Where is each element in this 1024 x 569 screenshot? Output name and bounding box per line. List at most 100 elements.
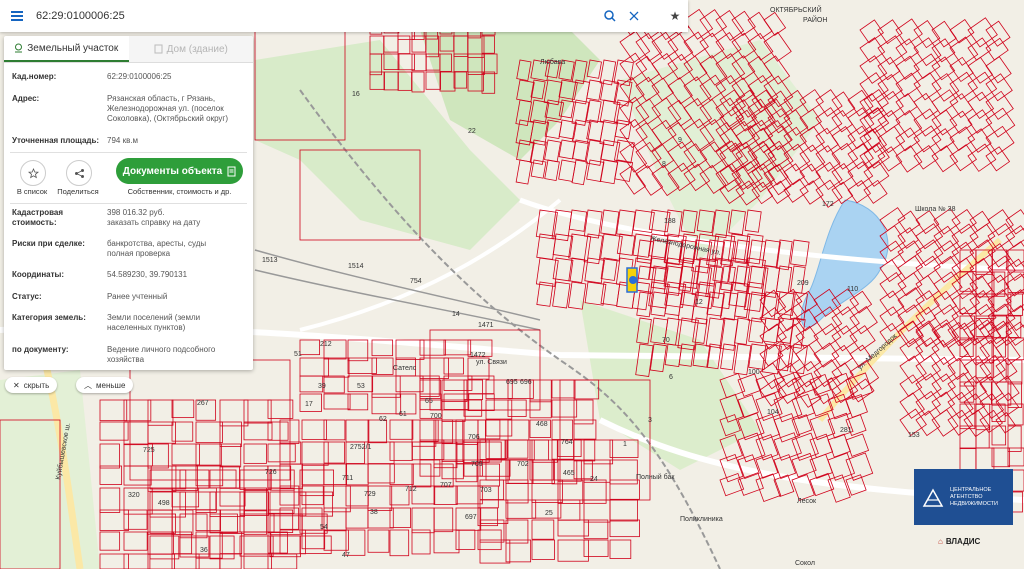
logo-line: ЦЕНТРАЛЬНОЕ bbox=[950, 486, 992, 493]
parcel-number-label: 9 bbox=[678, 137, 682, 144]
tab-land-parcel[interactable]: Земельный участок bbox=[4, 36, 129, 62]
map-label-district-2: РАЙОН bbox=[803, 15, 827, 24]
parcel-number-label: 17 bbox=[305, 401, 313, 408]
parcel-number-label: 267 bbox=[197, 400, 209, 407]
tab-land-label: Земельный участок bbox=[27, 42, 119, 54]
divider bbox=[10, 203, 247, 204]
parcel-number-label: 62 bbox=[379, 416, 387, 423]
share-label: Поделиться bbox=[57, 187, 99, 196]
building-icon bbox=[154, 44, 163, 54]
favorite-button[interactable] bbox=[20, 160, 46, 186]
parcel-number-label: 696 bbox=[520, 379, 532, 386]
selected-marker bbox=[629, 276, 637, 284]
cadastral-value-amount: 398 016.32 руб. bbox=[107, 208, 165, 217]
area-value: 794 кв.м bbox=[107, 136, 139, 145]
less-label: меньше bbox=[96, 380, 126, 390]
map-label-street-svyazi: ул. Связи bbox=[476, 359, 507, 366]
map-label-polyclinic: Поликлиника bbox=[680, 516, 723, 523]
panel-tabs: Земельный участок Дом (здание) bbox=[4, 36, 253, 63]
parcel-number-label: 1513 bbox=[262, 257, 278, 264]
map-label-polny-bak: Полный бак bbox=[636, 473, 675, 481]
parcel-number-label: 712 bbox=[405, 486, 417, 493]
search-icon[interactable] bbox=[598, 0, 622, 32]
order-certificate-link[interactable]: заказать справку на дату bbox=[107, 218, 247, 228]
detail-label: Кадастровая стоимость: bbox=[12, 208, 64, 227]
document-icon bbox=[227, 166, 236, 176]
parcel-number-label: 110 bbox=[847, 286, 858, 293]
action-row: В список Поделиться Документы объекта Со… bbox=[4, 156, 253, 202]
parcel-number-label: 153 bbox=[908, 432, 920, 439]
pin-icon bbox=[15, 43, 23, 53]
parcel-number-label: 764 bbox=[561, 439, 573, 446]
parcel-number-label: 188 bbox=[664, 218, 676, 225]
detail-label: Адрес: bbox=[12, 94, 40, 103]
share-button[interactable] bbox=[66, 160, 92, 186]
map-label-satelc: Сателс bbox=[393, 365, 417, 372]
parcel-number-label: 3 bbox=[648, 417, 652, 424]
parcel-number-label: 1472 bbox=[470, 352, 486, 359]
detail-label: по документу: bbox=[12, 345, 69, 354]
land-category-value: Земли поселений (земли населенных пункто… bbox=[107, 313, 201, 332]
parcel-number-label: 1471 bbox=[478, 322, 494, 329]
parcel-number-label: 12 bbox=[695, 299, 703, 306]
hide-panel-button[interactable]: ✕ скрыть bbox=[5, 377, 58, 393]
parcel-number-label: 754 bbox=[410, 278, 422, 285]
parcel-number-label: 39 bbox=[318, 383, 326, 390]
brand-vladis: ⌂ ВЛАДИС bbox=[938, 537, 980, 546]
parcel-number-label: 61 bbox=[399, 411, 407, 418]
close-icon: ✕ bbox=[13, 380, 20, 390]
parcel-number-label: 22 bbox=[468, 128, 476, 135]
parcel-number-label: 51 bbox=[294, 351, 302, 358]
parcel-number-label: 726 bbox=[265, 469, 277, 476]
address-value: Рязанская область, г Рязань, Железнодоро… bbox=[107, 94, 229, 123]
parcel-number-label: 729 bbox=[364, 491, 376, 498]
parcel-number-label: 697 bbox=[465, 514, 477, 521]
parcel-number-label: 212 bbox=[320, 341, 332, 348]
full-check-link[interactable]: полная проверка bbox=[107, 249, 247, 259]
parcel-number-label: 702 bbox=[517, 461, 529, 468]
detail-label: Кад.номер: bbox=[12, 72, 57, 81]
parcel-number-label: 65 bbox=[425, 398, 433, 405]
tab-building[interactable]: Дом (здание) bbox=[128, 36, 253, 62]
map-label-sokol: Сокол bbox=[795, 560, 815, 567]
parcel-number-label: 16 bbox=[352, 91, 360, 98]
parcel-number-label: 320 bbox=[128, 492, 140, 499]
parcel-number-label: 209 bbox=[797, 280, 809, 287]
parcel-number-label: 25 bbox=[545, 510, 553, 517]
logo-line: АГЕНТСТВО bbox=[950, 493, 983, 500]
object-documents-button[interactable]: Документы объекта bbox=[116, 158, 243, 184]
parcel-number-label: 281 bbox=[840, 427, 852, 434]
parcel-number-label: 498 bbox=[158, 500, 170, 507]
parcel-number-label: 468 bbox=[536, 421, 548, 428]
detail-label: Координаты: bbox=[12, 270, 65, 279]
detail-label: Категория земель: bbox=[12, 313, 86, 322]
parcel-number-label: 14 bbox=[452, 311, 460, 318]
cadastral-number-link[interactable]: 62:29:0100006:25 bbox=[107, 72, 247, 82]
map-label-district: ОКТЯБРЬСКИЙ bbox=[770, 5, 822, 14]
parcel-number-label: 8 bbox=[662, 161, 666, 168]
parcel-number-label: 706 bbox=[468, 434, 480, 441]
agency-logo-text: ЦЕНТРАЛЬНОЕ АГЕНТСТВО НЕДВИЖИМОСТИ bbox=[950, 487, 998, 508]
agency-logo-icon bbox=[922, 488, 944, 507]
menu-icon bbox=[11, 11, 23, 21]
hide-label: скрыть bbox=[23, 380, 50, 390]
favorite-label: В список bbox=[16, 187, 48, 196]
tab-building-label: Дом (здание) bbox=[166, 43, 228, 55]
parcel-number-label: 53 bbox=[357, 383, 365, 390]
search-input[interactable] bbox=[34, 3, 598, 29]
parcel-number-label: 24 bbox=[590, 476, 598, 483]
detail-label: Риски при сделке: bbox=[12, 239, 85, 248]
search-bar bbox=[0, 0, 688, 32]
by-document-value: Ведение личного подсобного хозяйства bbox=[107, 345, 216, 364]
menu-button[interactable] bbox=[0, 0, 34, 32]
close-icon[interactable] bbox=[622, 0, 646, 32]
collapse-panel-button[interactable]: ︿ меньше bbox=[76, 377, 134, 393]
object-documents-subtitle: Собственник, стоимость и др. bbox=[127, 187, 232, 196]
parcel-number-label: 695 bbox=[506, 379, 518, 386]
agency-logo: ЦЕНТРАЛЬНОЕ АГЕНТСТВО НЕДВИЖИМОСТИ bbox=[914, 469, 1013, 525]
parcel-number-label: 38 bbox=[370, 509, 378, 516]
risks-value: банкротства, аресты, суды bbox=[107, 239, 207, 248]
parcel-number-label: 709 bbox=[471, 461, 483, 468]
star-icon[interactable]: ★ bbox=[664, 6, 686, 26]
parcel-number-label: 700 bbox=[430, 413, 442, 420]
